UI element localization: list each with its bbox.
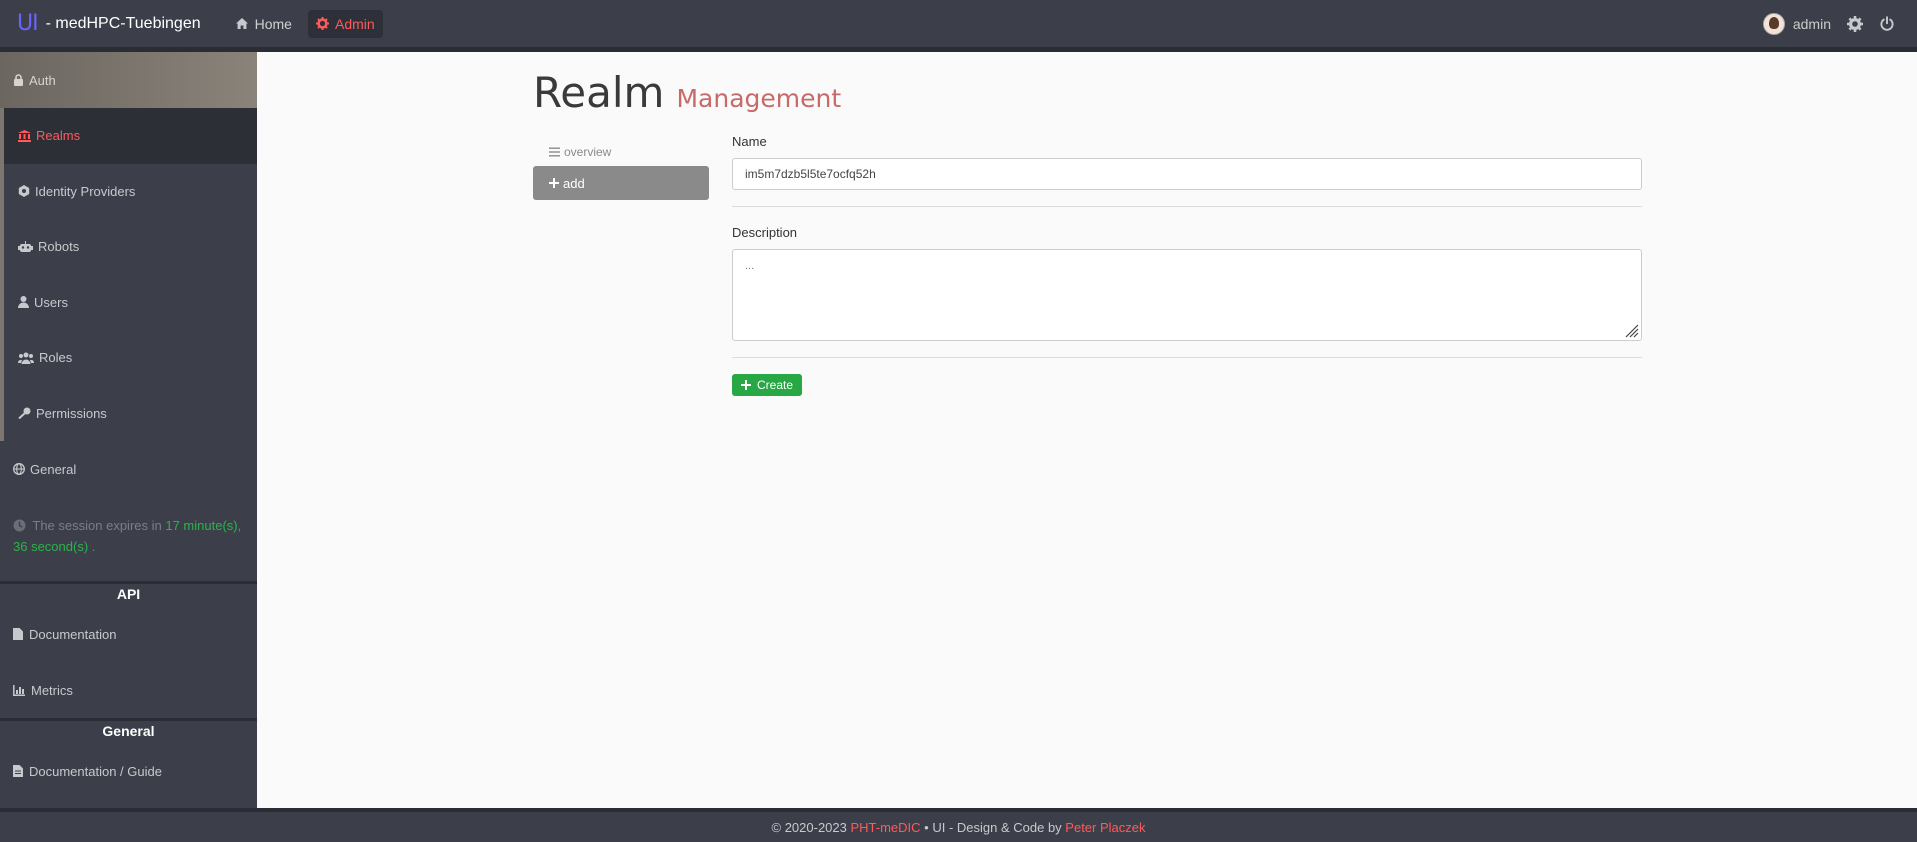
sidebar-item-label: Documentation	[29, 626, 117, 642]
robot-icon	[18, 240, 33, 252]
sidebar: Auth Realms Identity Providers Robots Us…	[0, 52, 257, 808]
user-menu[interactable]: admin	[1762, 12, 1831, 35]
sidebar-group-general[interactable]: General	[0, 441, 257, 497]
user-name: admin	[1792, 15, 1831, 32]
page-title-sub: Management	[676, 84, 842, 113]
sidebar-item-label: Roles	[39, 350, 73, 366]
header-right: admin	[1762, 12, 1895, 35]
id-icon	[18, 185, 30, 198]
sidebar-item-metrics[interactable]: Metrics	[0, 662, 257, 718]
chart-icon	[13, 684, 25, 696]
tab-add[interactable]: add	[533, 166, 709, 200]
sidebar-item-label: Documentation / Guide	[29, 763, 162, 779]
plus-icon	[549, 178, 559, 188]
name-field[interactable]: im5m7dzb5l5te7ocfq52h	[732, 158, 1642, 190]
sidebar-item-realms[interactable]: Realms	[4, 108, 257, 164]
footer-author-link[interactable]: Peter Placzek	[1065, 820, 1145, 835]
nav-admin-label: Admin	[334, 15, 375, 32]
sidebar-heading-general: General	[0, 718, 257, 743]
sidebar-item-roles[interactable]: Roles	[4, 330, 257, 386]
create-button[interactable]: Create	[732, 374, 803, 396]
avatar	[1762, 12, 1785, 35]
home-icon	[235, 18, 248, 29]
name-label: Name	[732, 134, 767, 149]
page-title-main: Realm	[533, 68, 665, 117]
brand[interactable]: UI - medHPC-Tuebingen	[17, 11, 201, 36]
sidebar-item-identity-providers[interactable]: Identity Providers	[4, 164, 257, 220]
footer-mid: • UI - Design & Code by	[924, 819, 1062, 835]
sidebar-group-auth-label: Auth	[29, 72, 56, 88]
sidebar-item-label: Realms	[36, 128, 81, 144]
gear-icon	[315, 17, 329, 30]
sidebar-item-label: Identity Providers	[35, 183, 136, 199]
sidebar-item-documentation[interactable]: Documentation	[0, 606, 257, 662]
divider	[732, 206, 1642, 207]
sidebar-item-permissions[interactable]: Permissions	[4, 386, 257, 442]
create-button-label: Create	[757, 378, 794, 392]
sidebar-item-documentation-guide[interactable]: Documentation / Guide	[0, 743, 257, 799]
top-navbar: UI - medHPC-Tuebingen Home Admin admin	[0, 0, 1917, 52]
sidebar-group-general-label: General	[30, 461, 77, 477]
session-suffix: .	[91, 539, 96, 554]
footer-project-link[interactable]: PHT-meDIC	[850, 820, 920, 835]
brand-name: - medHPC-Tuebingen	[45, 14, 201, 32]
sidebar-auth-submenu: Realms Identity Providers Robots Users R…	[0, 108, 257, 441]
page-title: Realm Management	[533, 68, 841, 117]
sidebar-item-label: Users	[34, 294, 68, 310]
user-icon	[18, 296, 29, 309]
name-field-value: im5m7dzb5l5te7ocfq52h	[745, 167, 876, 181]
lock-icon	[14, 74, 23, 86]
sidebar-item-users[interactable]: Users	[4, 275, 257, 331]
divider	[732, 357, 1642, 358]
globe-icon	[13, 463, 25, 475]
description-placeholder: ...	[745, 260, 755, 272]
description-label: Description	[732, 225, 798, 240]
nav-admin[interactable]: Admin	[307, 9, 383, 38]
settings-icon[interactable]	[1847, 15, 1863, 32]
session-prefix: The session expires in	[32, 518, 162, 533]
clock-icon	[13, 519, 26, 532]
tab-add-label: add	[563, 175, 585, 191]
key-icon	[18, 407, 31, 420]
power-icon[interactable]	[1879, 15, 1895, 32]
brand-logo: UI	[17, 11, 39, 36]
users-icon	[18, 352, 34, 364]
sidebar-heading-api: API	[0, 581, 257, 606]
sidebar-item-label: Permissions	[36, 405, 107, 421]
description-field[interactable]: ...	[732, 249, 1642, 341]
nav-home-label: Home	[254, 15, 292, 32]
tab-overview-label: overview	[564, 145, 612, 159]
nav-home[interactable]: Home	[227, 10, 300, 38]
tab-overview[interactable]: overview	[533, 138, 709, 166]
sidebar-item-label: Robots	[38, 239, 80, 255]
file-icon	[13, 628, 23, 640]
plus-icon	[741, 380, 751, 390]
realm-tab-nav: overview add	[533, 138, 709, 200]
sidebar-group-auth[interactable]: Auth	[0, 52, 257, 108]
resize-grip-icon[interactable]	[1625, 324, 1639, 338]
footer-copyright: © 2020-2023	[771, 819, 847, 835]
footer: © 2020-2023 PHT-meDIC • UI - Design & Co…	[0, 808, 1917, 842]
session-info: The session expires in 17 minute(s), 36 …	[0, 497, 257, 581]
sidebar-item-label: Metrics	[31, 682, 73, 698]
main-content: Realm Management overview add Name im5m7…	[257, 52, 1917, 808]
institution-icon	[18, 129, 31, 142]
sidebar-item-robots[interactable]: Robots	[4, 219, 257, 275]
file-text-icon	[13, 765, 23, 777]
realm-form: Name im5m7dzb5l5te7ocfq52h Description .…	[732, 134, 1642, 396]
list-icon	[549, 147, 560, 157]
